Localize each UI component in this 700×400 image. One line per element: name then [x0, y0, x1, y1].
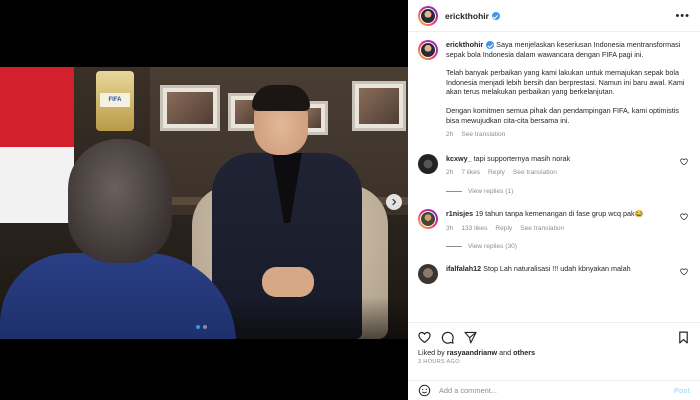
post-actions: Liked by rasyaandrianw and others 3 HOUR… [408, 322, 700, 400]
caption-username[interactable]: erickthohir [446, 40, 483, 49]
add-comment-bar: Post [408, 380, 700, 400]
interviewee-hands [262, 267, 314, 297]
reply-button[interactable]: Reply [488, 168, 505, 178]
comment-time[interactable]: 3h [446, 224, 453, 234]
comment-avatar[interactable] [418, 264, 438, 285]
verified-badge-icon [491, 12, 500, 21]
fifa-award-label: FIFA [100, 93, 130, 107]
picture-frame [160, 85, 220, 131]
add-comment-input[interactable] [439, 386, 666, 395]
fifa-award: FIFA [96, 71, 134, 131]
post-media[interactable]: FIFA [0, 0, 408, 400]
caption-text-3: Dengan komitmen semua pihak dan pendampi… [446, 105, 679, 125]
see-translation-link[interactable]: See translation [513, 168, 557, 178]
like-comment-heart-icon[interactable] [680, 213, 688, 221]
comment-likes[interactable]: 133 likes [461, 224, 487, 234]
see-translation-link[interactable]: See translation [461, 130, 505, 140]
interviewee-hair [252, 85, 310, 111]
post-comment-button[interactable]: Post [674, 386, 690, 395]
see-translation-link[interactable]: See translation [520, 224, 564, 234]
comment-username[interactable]: ifalfalah12 [446, 264, 481, 273]
interviewer-head [68, 139, 172, 263]
caption-text-2: Telah banyak perbaikan yang kami lakukan… [446, 68, 685, 97]
reply-button[interactable]: Reply [495, 224, 512, 234]
like-comment-heart-icon[interactable] [680, 158, 688, 166]
comment-meta: 3h 133 likes Reply See translation [446, 224, 674, 234]
carousel-dot [203, 325, 207, 329]
post-side-panel: erickthohir ••• erickthohir Saya menjela… [408, 0, 700, 400]
caption-time[interactable]: 2h [446, 130, 453, 140]
chevron-right-icon [392, 198, 397, 206]
action-icons [408, 323, 700, 345]
author-avatar[interactable] [418, 5, 438, 26]
comment-username[interactable]: kcxwy_ [446, 154, 472, 163]
comment-item: r1nisjes 19 tahun tanpa kemenangan di fa… [418, 208, 690, 234]
carousel-dot-active [196, 325, 200, 329]
comment-item: ifalfalah12 Stop Lah naturalisasi !!! ud… [418, 264, 690, 285]
comment-text: 19 tahun tanpa kemenangan di fase grup w… [473, 208, 644, 218]
author-username[interactable]: erickthohir [445, 11, 500, 21]
flag-red-stripe [0, 67, 74, 147]
view-replies-button[interactable]: View replies (30) [446, 243, 690, 250]
post-header: erickthohir ••• [408, 0, 700, 32]
view-replies-button[interactable]: View replies (1) [446, 188, 690, 195]
liked-by-user[interactable]: rasyaandrianw [447, 348, 497, 357]
comment-likes[interactable]: 7 likes [461, 168, 480, 178]
save-bookmark-icon[interactable] [677, 331, 690, 344]
comment-bubble-icon[interactable] [441, 331, 454, 344]
caption: erickthohir Saya menjelaskan keseriusan … [418, 40, 690, 140]
liked-by-line: Liked by rasyaandrianw and others [418, 348, 536, 357]
flag-white-stripe [0, 147, 74, 223]
comment-time[interactable]: 2h [446, 168, 453, 178]
comment-text: tapi supporternya masih norak [471, 153, 571, 163]
picture-frame [352, 81, 406, 131]
liked-by-others[interactable]: others [513, 348, 535, 357]
comments-list[interactable]: erickthohir Saya menjelaskan keseriusan … [408, 32, 700, 322]
post-photo[interactable]: FIFA [0, 67, 408, 339]
caption-meta: 2h See translation [446, 130, 690, 140]
like-heart-icon[interactable] [418, 331, 431, 344]
comment-item: kcxwy_ tapi supporternya masih norak 2h … [418, 153, 690, 178]
emoji-icon[interactable] [418, 384, 431, 397]
carousel-indicator [196, 325, 207, 329]
post-timestamp[interactable]: 3 HOURS AGO [408, 357, 700, 365]
verified-badge-icon [486, 41, 495, 50]
share-send-icon[interactable] [464, 331, 477, 344]
comment-avatar[interactable] [418, 208, 438, 229]
comment-username[interactable]: r1nisjes [446, 209, 473, 218]
comment-meta: 2h 7 likes Reply See translation [446, 168, 674, 178]
caption-avatar[interactable] [418, 40, 438, 60]
comment-avatar[interactable] [418, 153, 438, 174]
next-media-button[interactable] [386, 194, 402, 210]
comment-text: Stop Lah naturalisasi !!! udah kbnyakan … [481, 264, 631, 274]
like-comment-heart-icon[interactable] [680, 268, 688, 276]
more-options-icon[interactable]: ••• [675, 10, 690, 22]
